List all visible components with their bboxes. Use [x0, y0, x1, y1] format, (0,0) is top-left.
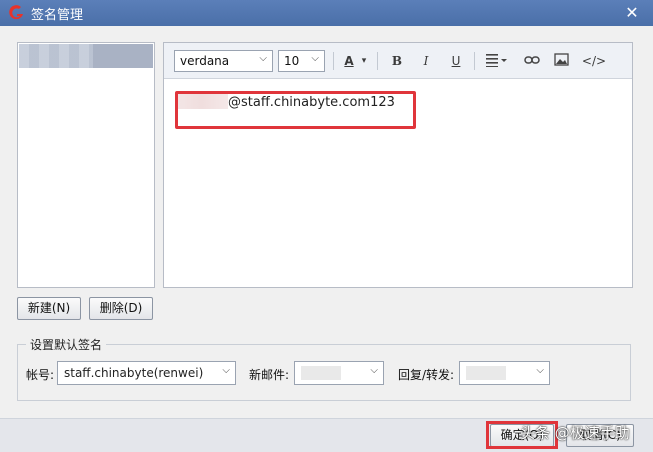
- chevron-down-icon: ⌵: [222, 365, 230, 376]
- window-title: 签名管理: [31, 8, 84, 23]
- chevron-down-icon: ⌵: [311, 53, 319, 64]
- watermark: 头条 @极速手助: [520, 424, 630, 442]
- underline-button[interactable]: U: [445, 51, 467, 71]
- italic-button[interactable]: I: [415, 51, 437, 71]
- link-icon: [524, 56, 540, 64]
- italic-icon: I: [423, 54, 429, 68]
- signature-list-item-selection: [93, 44, 153, 68]
- app-logo-icon: [9, 5, 23, 20]
- font-family-select[interactable]: verdana ⌵: [174, 50, 273, 72]
- text-color-dropdown[interactable]: ▾: [358, 51, 370, 71]
- redacted-value: [466, 366, 506, 380]
- signature-list[interactable]: [17, 42, 155, 288]
- new-mail-label: 新邮件:: [249, 368, 290, 382]
- bold-icon: B: [391, 54, 403, 68]
- signature-editor[interactable]: verdana ⌵ 10 ⌵ A ▾ B I U </> @staff.chin…: [163, 42, 633, 288]
- chevron-down-icon: ⌵: [370, 365, 378, 376]
- toolbar-divider: [333, 52, 334, 70]
- code-icon: </>: [581, 54, 607, 68]
- insert-image-button[interactable]: [550, 51, 572, 71]
- close-button[interactable]: ✕: [621, 2, 643, 24]
- bold-button[interactable]: B: [386, 51, 408, 71]
- font-family-value: verdana: [180, 54, 230, 68]
- image-icon: [553, 53, 569, 66]
- account-select[interactable]: staff.chinabyte(renwei) ⌵: [57, 361, 236, 385]
- source-code-button[interactable]: </>: [580, 51, 608, 71]
- reply-forward-label: 回复/转发:: [398, 368, 455, 382]
- editor-toolbar: verdana ⌵ 10 ⌵ A ▾ B I U </>: [164, 43, 632, 79]
- font-size-value: 10: [284, 54, 300, 68]
- text-color-icon: A: [344, 54, 354, 68]
- chevron-down-icon: ⌵: [536, 365, 544, 376]
- text-color-button[interactable]: A: [338, 51, 360, 71]
- signature-manager-window: 签名管理 ✕ verdana ⌵ 10 ⌵ A ▾ B I U </> @sta…: [0, 0, 653, 452]
- signature-list-item[interactable]: [19, 44, 93, 68]
- new-signature-button[interactable]: 新建(N): [17, 297, 81, 320]
- toolbar-divider: [377, 52, 378, 70]
- link-button[interactable]: [521, 51, 543, 71]
- signature-highlight-box: [175, 91, 416, 129]
- close-icon: ✕: [625, 3, 639, 22]
- align-icon: [486, 54, 507, 67]
- account-value: staff.chinabyte(renwei): [64, 366, 204, 380]
- toolbar-divider: [474, 52, 475, 70]
- delete-signature-button[interactable]: 删除(D): [89, 297, 153, 320]
- default-signature-group-title: 设置默认签名: [26, 336, 107, 353]
- title-bar: 签名管理 ✕: [0, 0, 653, 26]
- underline-icon: U: [451, 54, 461, 68]
- reply-forward-signature-select[interactable]: ⌵: [459, 361, 550, 385]
- redacted-value: [301, 366, 341, 380]
- new-mail-signature-select[interactable]: ⌵: [294, 361, 384, 385]
- font-size-select[interactable]: 10 ⌵: [278, 50, 325, 72]
- align-button[interactable]: [482, 51, 512, 71]
- chevron-down-icon: ⌵: [259, 53, 267, 64]
- account-label: 帐号:: [26, 368, 55, 382]
